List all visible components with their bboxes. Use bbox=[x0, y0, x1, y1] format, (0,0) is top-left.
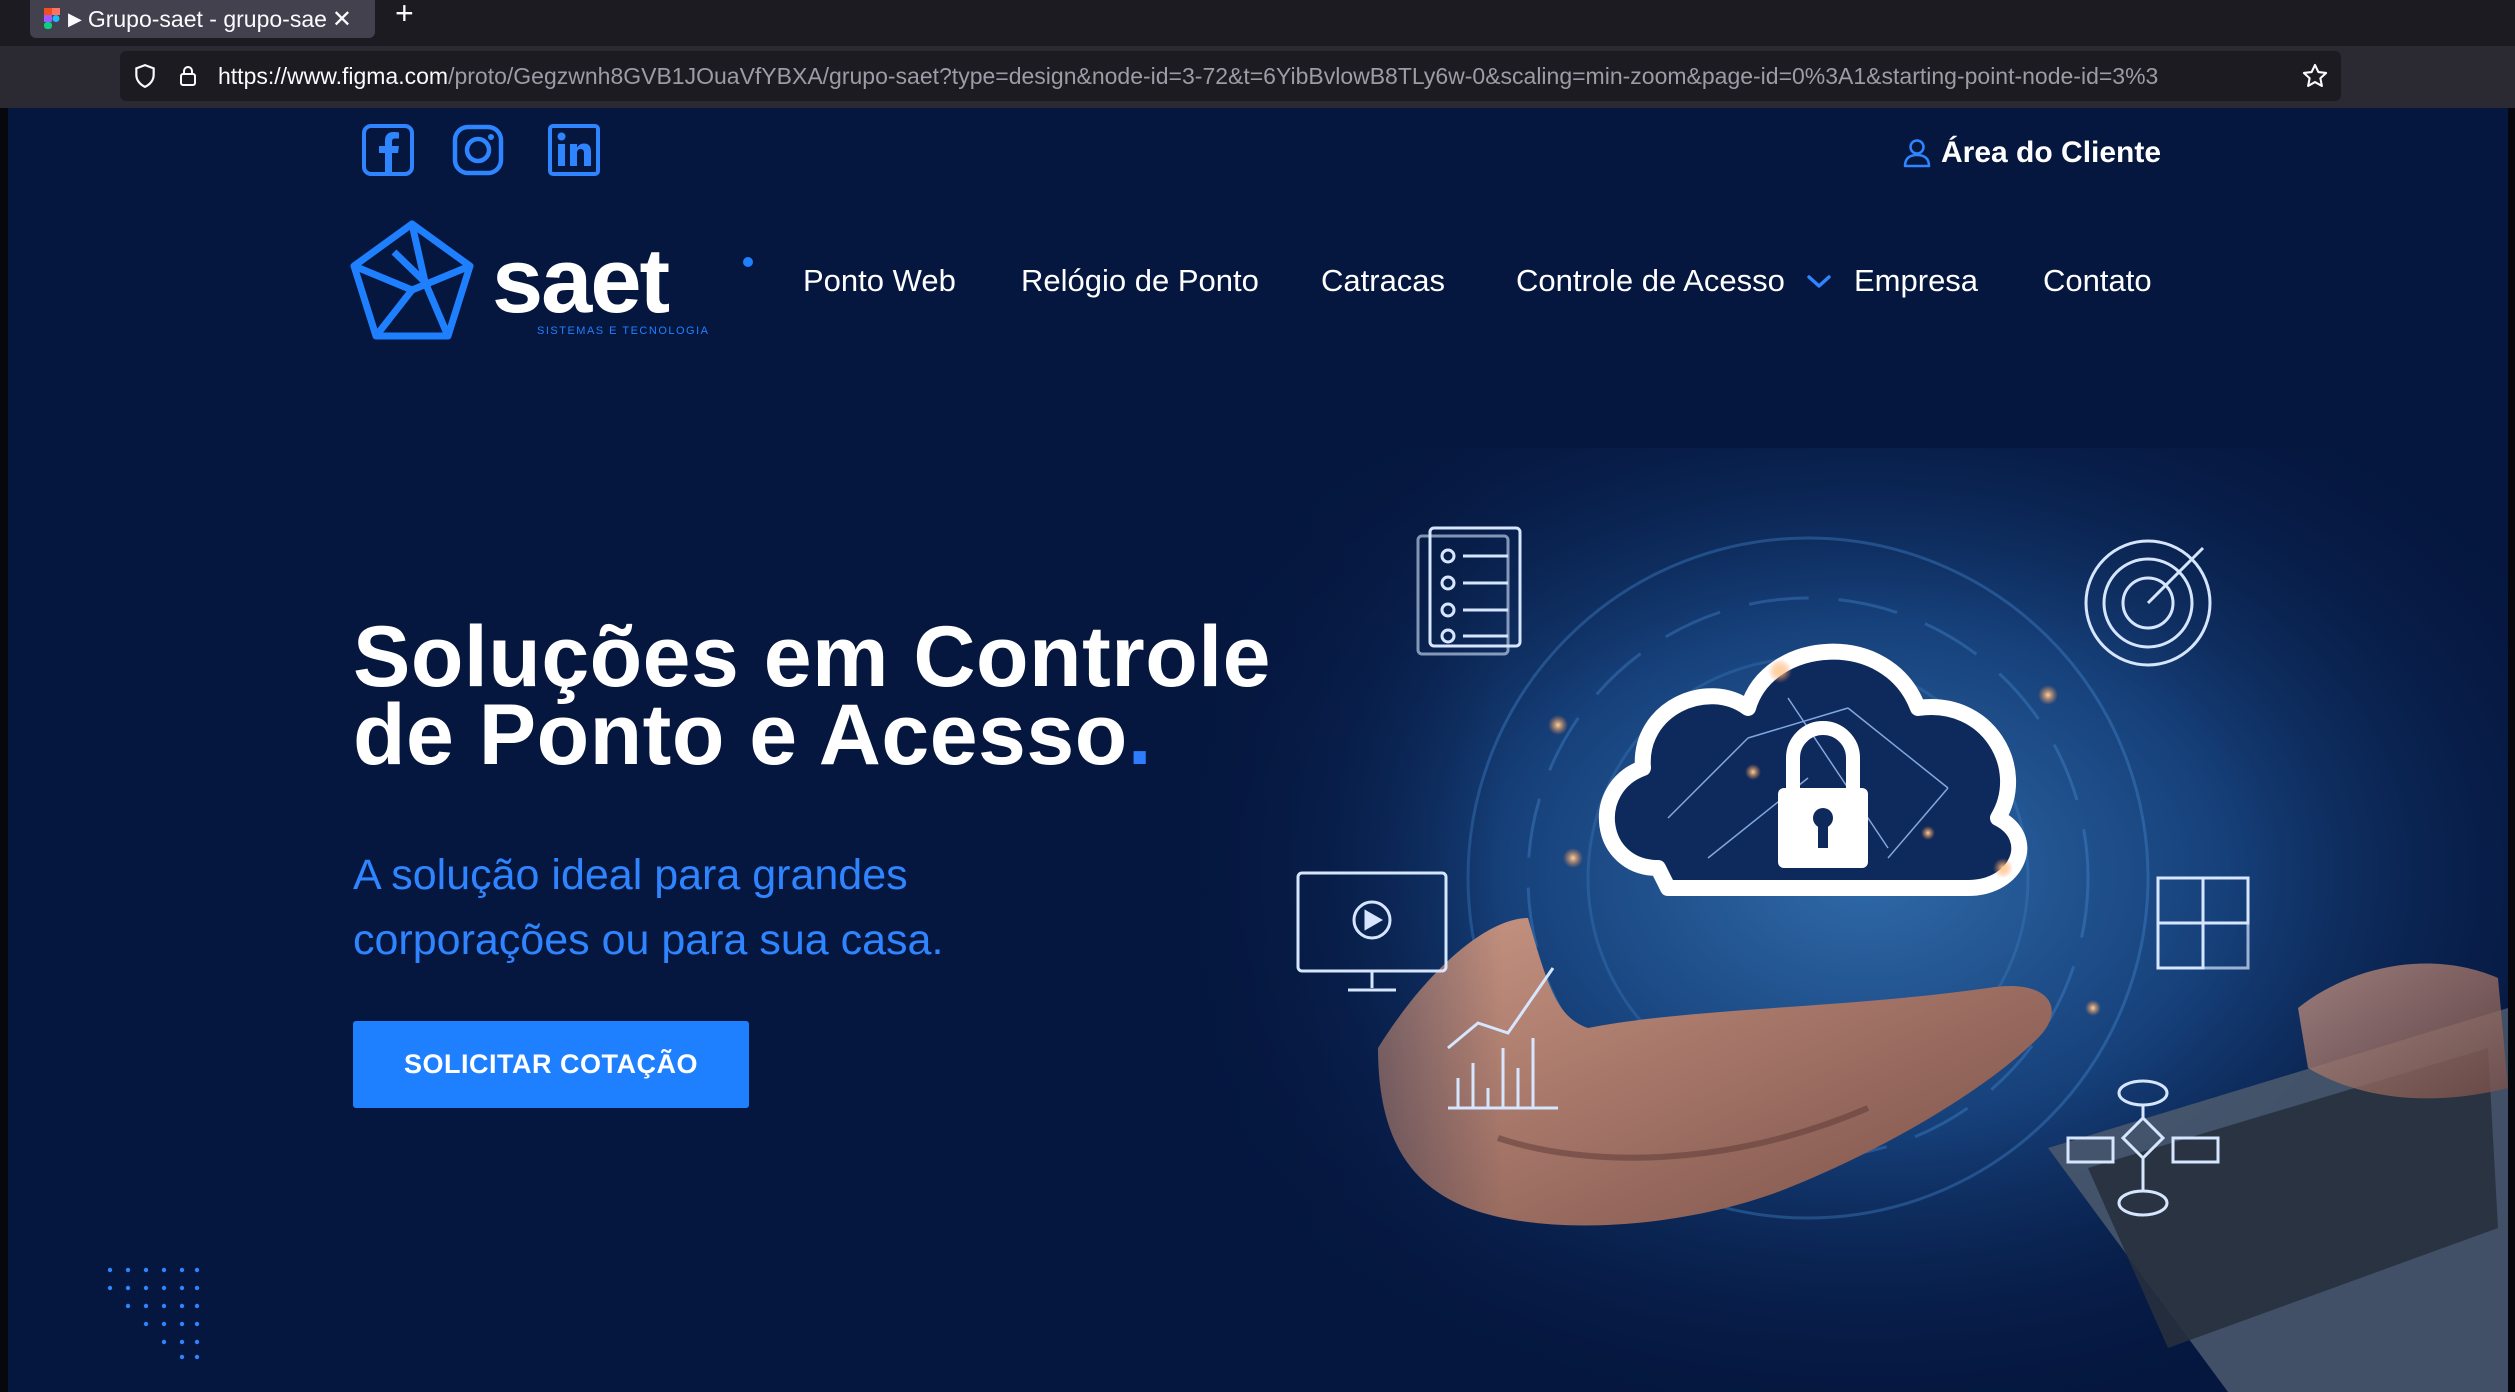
page-edge-right bbox=[2508, 108, 2515, 1392]
logo-wordmark: saet bbox=[492, 230, 669, 332]
nav-item-relogio-de-ponto[interactable]: Relógio de Ponto bbox=[1021, 263, 1259, 299]
lock-icon[interactable] bbox=[176, 63, 200, 89]
shield-icon[interactable] bbox=[132, 63, 158, 89]
instagram-icon[interactable] bbox=[452, 124, 504, 176]
logo-tagline: SISTEMAS E TECNOLOGIA bbox=[537, 325, 710, 337]
address-bar[interactable]: https://www.figma.com/proto/Gegzwnh8GVB1… bbox=[120, 51, 2341, 101]
browser-tab[interactable]: ▶ Grupo-saet - grupo-sae ✕ bbox=[30, 0, 375, 38]
website-page: Área do Cliente saet SISTEMAS E TECNOLOG… bbox=[8, 108, 2508, 1392]
client-area-link[interactable]: Área do Cliente bbox=[1903, 136, 2161, 170]
facebook-icon[interactable] bbox=[362, 124, 414, 176]
hero-illustration bbox=[1168, 448, 2508, 1392]
linkedin-icon[interactable] bbox=[548, 124, 600, 176]
figma-icon bbox=[44, 8, 60, 29]
nav-item-contato[interactable]: Contato bbox=[2043, 263, 2152, 299]
request-quote-button[interactable]: SOLICITAR COTAÇÃO bbox=[353, 1021, 749, 1108]
hero-title: Soluções em Controle de Ponto e Acesso. bbox=[353, 609, 1353, 778]
tab-title: Grupo-saet - grupo-sae bbox=[87, 5, 326, 32]
nav-item-controle-de-acesso[interactable]: Controle de Acesso bbox=[1516, 263, 1785, 299]
new-tab-button[interactable]: + bbox=[395, 0, 414, 30]
nav-item-empresa[interactable]: Empresa bbox=[1854, 263, 1978, 299]
hero-title-line-2: de Ponto e Acesso bbox=[353, 687, 1128, 783]
play-icon: ▶ bbox=[68, 8, 82, 29]
url-text[interactable]: https://www.figma.com/proto/Gegzwnh8GVB1… bbox=[218, 63, 2278, 90]
hero-subtitle: A solução ideal para grandes corporações… bbox=[353, 843, 1253, 973]
dot-grid-decoration bbox=[107, 1267, 200, 1360]
user-icon bbox=[1903, 139, 1931, 168]
nav-item-ponto-web[interactable]: Ponto Web bbox=[803, 263, 956, 299]
hero-title-line-1: Soluções em Controle bbox=[353, 609, 1271, 705]
client-area-label: Área do Cliente bbox=[1941, 136, 2162, 169]
saet-logo[interactable]: saet SISTEMAS E TECNOLOGIA bbox=[350, 220, 760, 345]
browser-tab-bar: ▶ Grupo-saet - grupo-sae ✕ + bbox=[0, 0, 2515, 46]
chevron-down-icon[interactable] bbox=[1805, 273, 1833, 291]
close-tab-icon[interactable]: ✕ bbox=[332, 5, 352, 34]
page-edge-left bbox=[0, 108, 8, 1392]
hero-subtitle-line-1: A solução ideal para grandes bbox=[353, 851, 908, 899]
hero-subtitle-line-2: corporações ou para sua casa. bbox=[353, 916, 944, 964]
nav-item-catracas[interactable]: Catracas bbox=[1321, 263, 1445, 299]
url-host: https://www.figma.com bbox=[218, 62, 449, 89]
hero-title-dot: . bbox=[1127, 687, 1153, 783]
browser-toolbar: https://www.figma.com/proto/Gegzwnh8GVB1… bbox=[0, 46, 2515, 108]
bookmark-star-icon[interactable] bbox=[2301, 62, 2329, 90]
url-path: /proto/Gegzwnh8GVB1JOuaVfYBXA/grupo-saet… bbox=[448, 62, 2159, 89]
